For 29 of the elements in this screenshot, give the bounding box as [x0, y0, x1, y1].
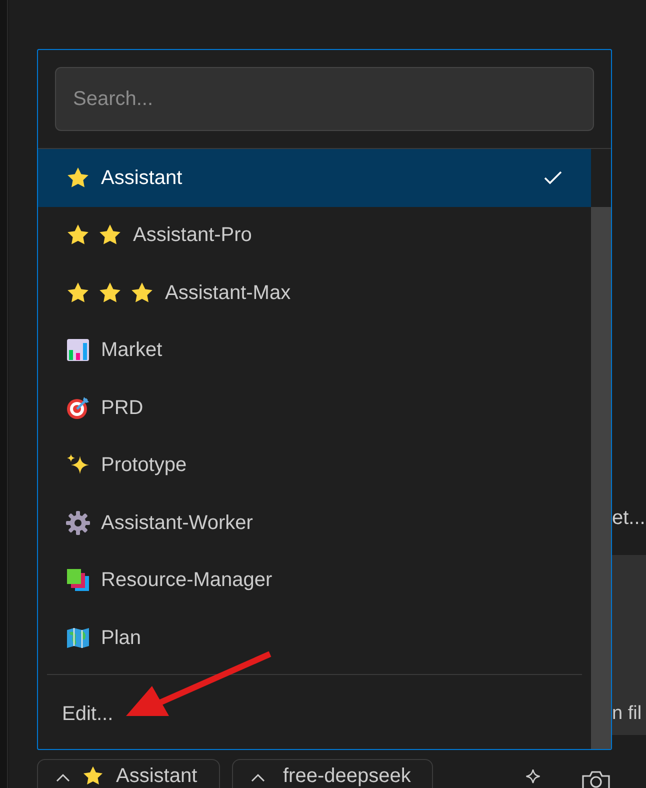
- menu-item[interactable]: Assistant: [38, 149, 591, 206]
- star-icon: [130, 280, 154, 305]
- map-icon: [66, 626, 90, 650]
- chevron-up-icon: [251, 773, 265, 783]
- mode-button[interactable]: Assistant: [37, 759, 220, 788]
- camera-icon[interactable]: [581, 770, 611, 788]
- background-text: n fil: [612, 702, 642, 726]
- menu-item[interactable]: Assistant-Worker: [38, 494, 591, 552]
- checkmark-icon: [543, 170, 563, 186]
- books-icon: [66, 568, 90, 592]
- menu-item[interactable]: Market: [38, 322, 591, 379]
- menu-item[interactable]: PRD: [38, 379, 591, 436]
- model-button[interactable]: free-deepseek: [232, 759, 433, 788]
- menu-item[interactable]: Assistant-Pro: [38, 206, 591, 264]
- menu-item[interactable]: Plan: [38, 609, 591, 666]
- chart-icon: [66, 338, 90, 362]
- menu-item[interactable]: Assistant-Max: [38, 264, 591, 322]
- star-icon: [82, 765, 104, 787]
- star-icon: [66, 280, 90, 305]
- chevron-up-icon: [56, 773, 70, 783]
- menu-item[interactable]: Prototype: [38, 436, 591, 494]
- search-field[interactable]: Search...: [55, 67, 594, 131]
- scrollbar-thumb[interactable]: [591, 207, 611, 749]
- star-icon: [66, 166, 90, 190]
- edit-menu-item[interactable]: Edit...: [62, 702, 114, 724]
- background-text: et...: [612, 506, 646, 531]
- menu-item[interactable]: Resource-Manager: [38, 552, 591, 609]
- target-icon: [66, 396, 90, 420]
- star-icon: [98, 280, 122, 305]
